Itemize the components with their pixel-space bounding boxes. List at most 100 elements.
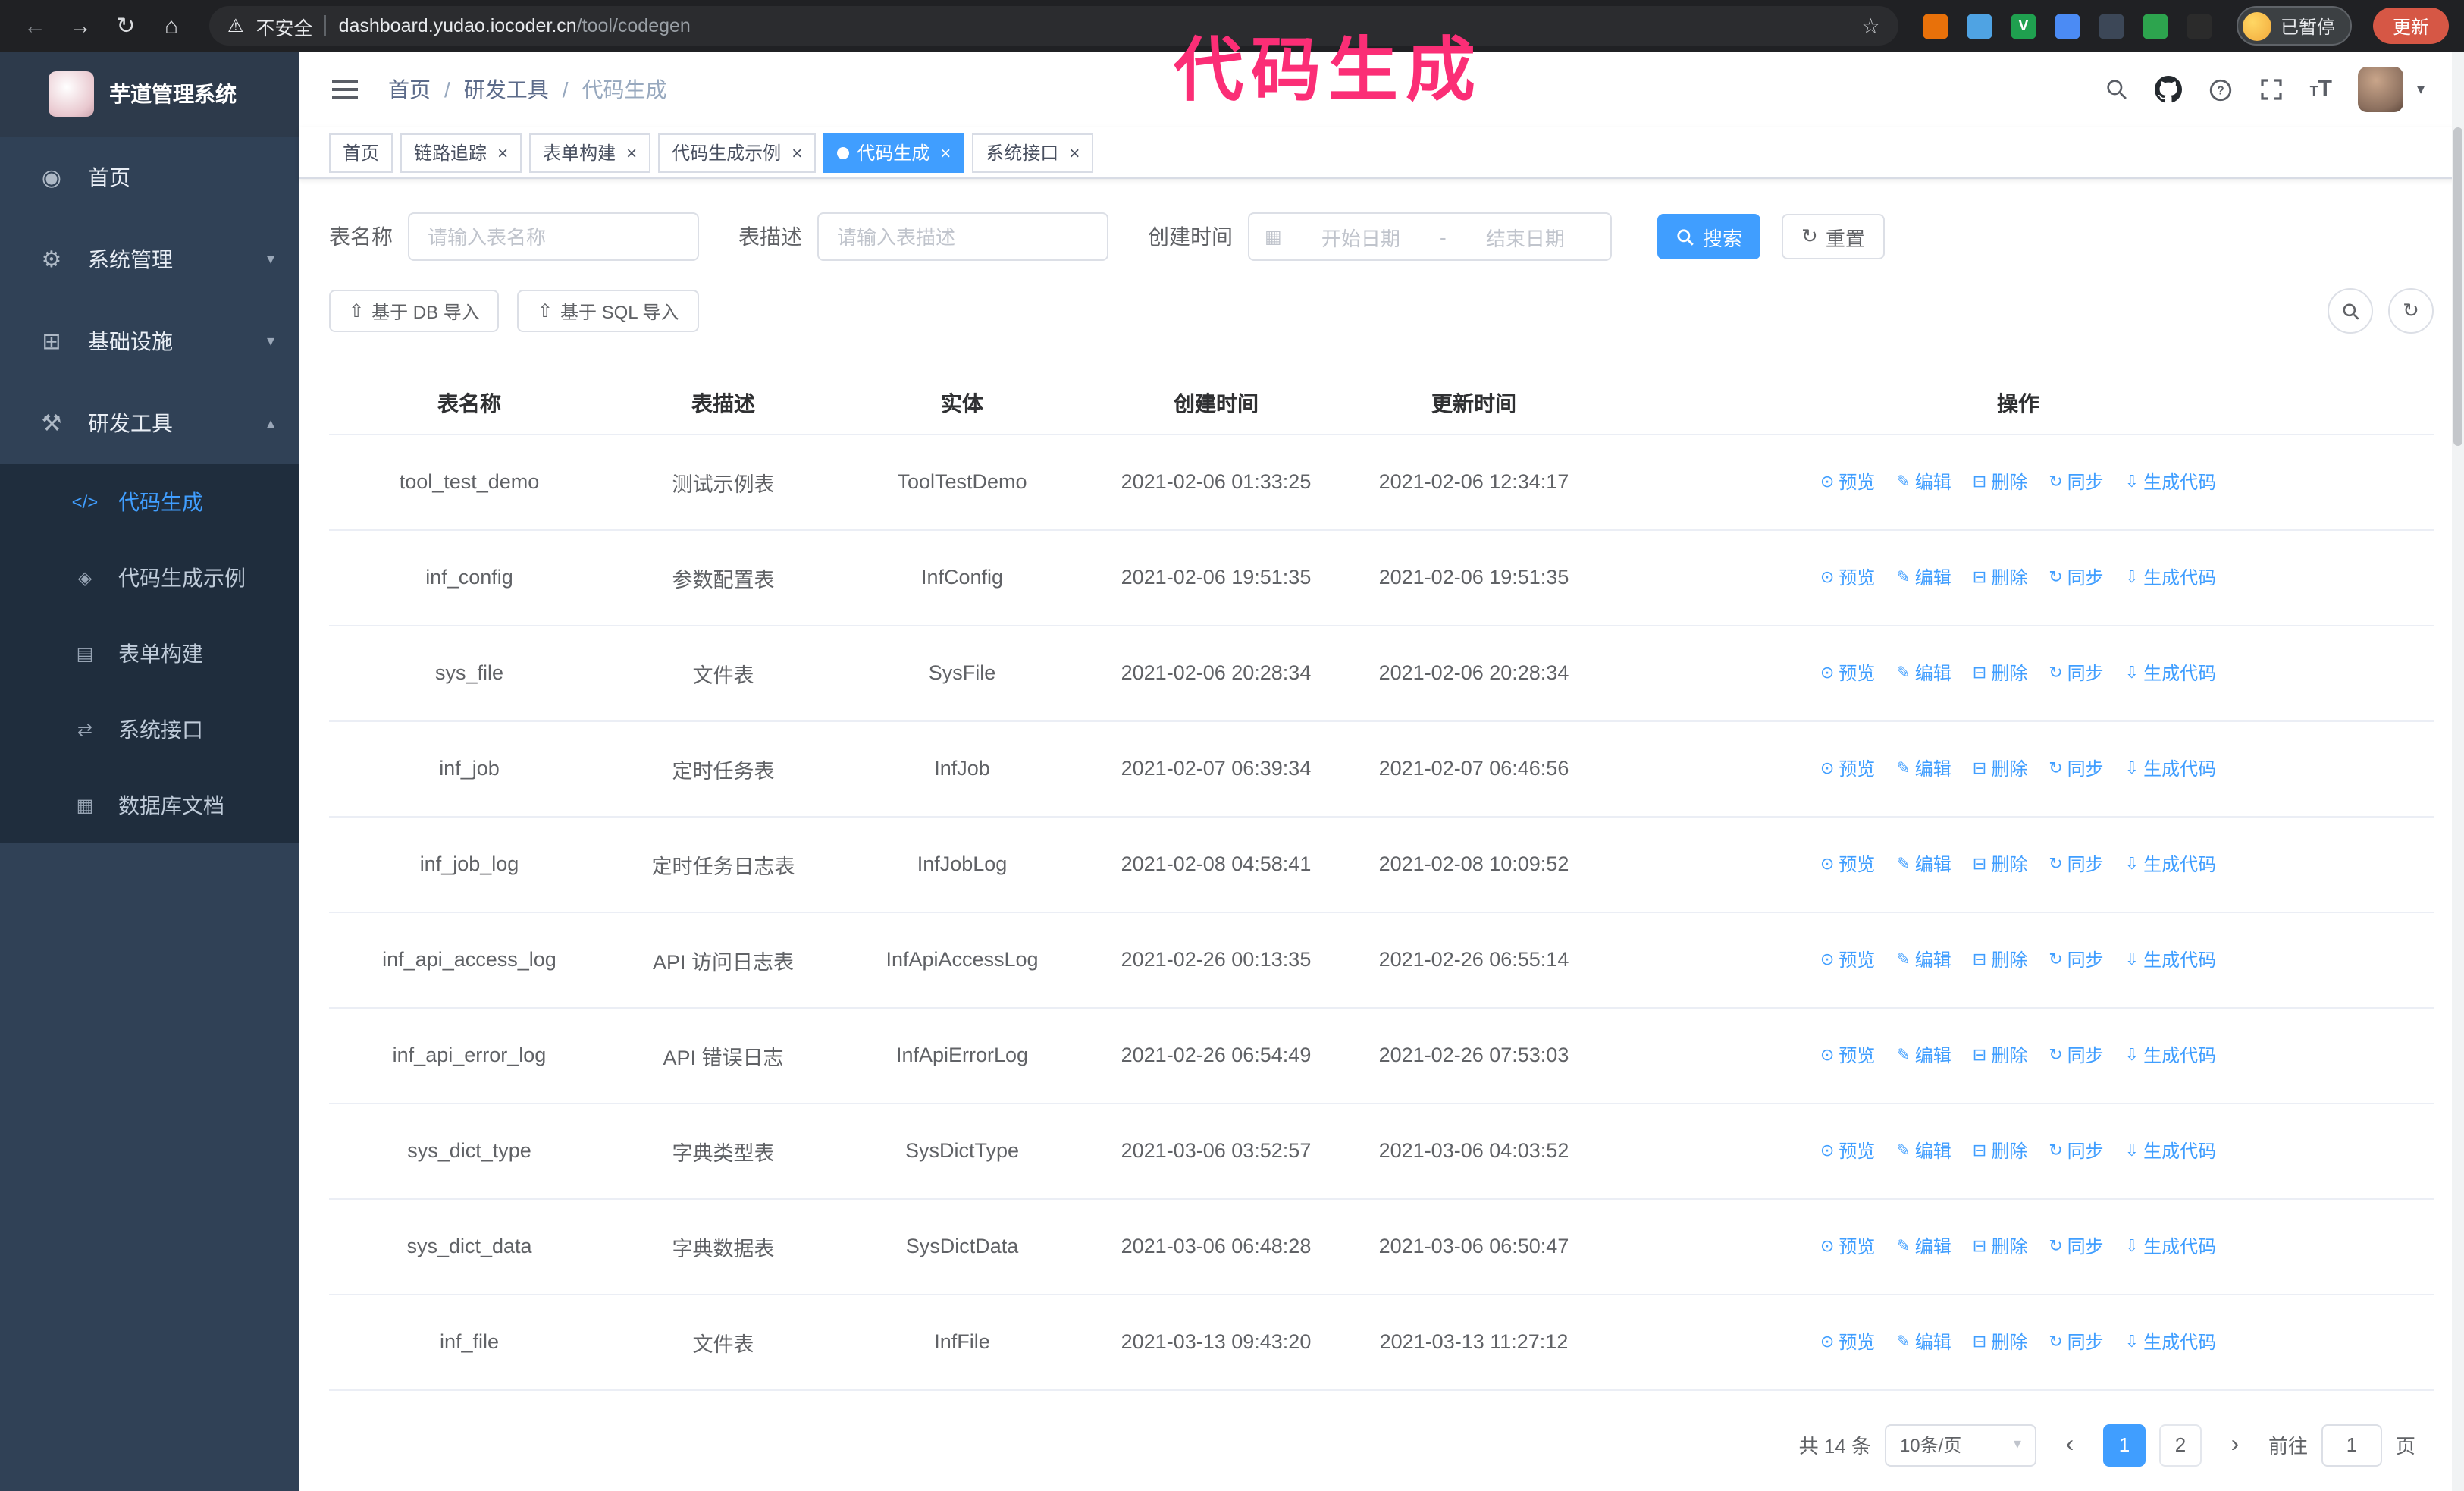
- page-size-select[interactable]: 10条/页 ▾: [1884, 1424, 2036, 1466]
- tab-close-icon[interactable]: ×: [626, 142, 637, 163]
- preview-link[interactable]: ⊙ 预览: [1820, 946, 1875, 972]
- page-number-button[interactable]: 2: [2158, 1424, 2202, 1466]
- delete-link[interactable]: ⊟ 删除: [1973, 1042, 2027, 1068]
- sidebar-submenu-item[interactable]: ▤ 表单构建: [0, 616, 299, 692]
- start-date-placeholder[interactable]: 开始日期: [1291, 222, 1431, 251]
- edit-link[interactable]: ✎ 编辑: [1896, 755, 1951, 781]
- extension-leaf-icon[interactable]: [2142, 13, 2168, 39]
- sync-link[interactable]: ↻ 同步: [2049, 1138, 2103, 1163]
- search-icon[interactable]: [2105, 77, 2130, 102]
- sidebar-logo[interactable]: 芋道管理系统: [0, 52, 299, 137]
- sync-link[interactable]: ↻ 同步: [2049, 851, 2103, 877]
- import-sql-button[interactable]: ⇧ 基于 SQL 导入: [517, 290, 699, 332]
- tab-close-icon[interactable]: ×: [497, 142, 508, 163]
- caret-down-icon[interactable]: ▾: [2417, 81, 2425, 98]
- delete-link[interactable]: ⊟ 删除: [1973, 469, 2027, 494]
- edit-link[interactable]: ✎ 编辑: [1896, 564, 1951, 590]
- view-tab[interactable]: 系统接口 ×: [972, 133, 1094, 172]
- sidebar-submenu-item[interactable]: </> 代码生成: [0, 464, 299, 540]
- edit-link[interactable]: ✎ 编辑: [1896, 1329, 1951, 1354]
- generate-code-link[interactable]: ⇩ 生成代码: [2125, 1329, 2216, 1354]
- sidebar-submenu-item[interactable]: ◈ 代码生成示例: [0, 540, 299, 616]
- next-page-button[interactable]: ›: [2215, 1424, 2255, 1466]
- sidebar-submenu-item[interactable]: ▦ 数据库文档: [0, 767, 299, 843]
- back-icon[interactable]: ←: [15, 13, 55, 39]
- edit-link[interactable]: ✎ 编辑: [1896, 1138, 1951, 1163]
- extension-blue-drop-icon[interactable]: [1966, 13, 1992, 39]
- preview-link[interactable]: ⊙ 预览: [1820, 1042, 1875, 1068]
- sync-link[interactable]: ↻ 同步: [2049, 1233, 2103, 1259]
- extension-monkey-icon[interactable]: [2186, 13, 2212, 39]
- delete-link[interactable]: ⊟ 删除: [1973, 660, 2027, 686]
- table-desc-input[interactable]: [817, 212, 1108, 261]
- address-bar[interactable]: ⚠ 不安全 dashboard.yudao.iocoder.cn/tool/co…: [209, 6, 1898, 46]
- sync-link[interactable]: ↻ 同步: [2049, 469, 2103, 494]
- user-avatar[interactable]: [2357, 67, 2403, 112]
- generate-code-link[interactable]: ⇩ 生成代码: [2125, 564, 2216, 590]
- sync-link[interactable]: ↻ 同步: [2049, 1329, 2103, 1354]
- home-icon[interactable]: ⌂: [152, 13, 191, 39]
- tab-close-icon[interactable]: ×: [1069, 142, 1080, 163]
- help-icon[interactable]: ?: [2209, 77, 2234, 102]
- preview-link[interactable]: ⊙ 预览: [1820, 1329, 1875, 1354]
- extension-orange-icon[interactable]: [1922, 13, 1948, 39]
- table-name-input[interactable]: [408, 212, 699, 261]
- tab-close-icon[interactable]: ×: [792, 142, 802, 163]
- page-number-button[interactable]: 1: [2102, 1424, 2146, 1466]
- delete-link[interactable]: ⊟ 删除: [1973, 1233, 2027, 1259]
- generate-code-link[interactable]: ⇩ 生成代码: [2125, 1138, 2216, 1163]
- generate-code-link[interactable]: ⇩ 生成代码: [2125, 469, 2216, 494]
- generate-code-link[interactable]: ⇩ 生成代码: [2125, 946, 2216, 972]
- edit-link[interactable]: ✎ 编辑: [1896, 469, 1951, 494]
- sidebar-submenu-item[interactable]: ⇄ 系统接口: [0, 692, 299, 767]
- forward-icon[interactable]: →: [61, 13, 100, 39]
- reload-icon[interactable]: ↻: [106, 12, 146, 39]
- hamburger-icon[interactable]: [323, 74, 367, 105]
- end-date-placeholder[interactable]: 结束日期: [1456, 222, 1595, 251]
- github-icon[interactable]: [2155, 76, 2183, 103]
- sidebar-menu-item[interactable]: ◉ 首页 ▾: [0, 137, 299, 218]
- generate-code-link[interactable]: ⇩ 生成代码: [2125, 660, 2216, 686]
- preview-link[interactable]: ⊙ 预览: [1820, 755, 1875, 781]
- scrollbar-thumb[interactable]: [2453, 127, 2462, 446]
- bookmark-star-icon[interactable]: ☆: [1861, 13, 1880, 39]
- prev-page-button[interactable]: ‹: [2050, 1424, 2089, 1466]
- sync-link[interactable]: ↻ 同步: [2049, 1042, 2103, 1068]
- edit-link[interactable]: ✎ 编辑: [1896, 946, 1951, 972]
- profile-paused-chip[interactable]: 已暂停: [2236, 6, 2352, 46]
- extension-green-v-icon[interactable]: V: [2010, 13, 2036, 39]
- sidebar-menu-item[interactable]: ⚒ 研发工具 ▾: [0, 382, 299, 464]
- create-time-range-picker[interactable]: ▦ 开始日期 - 结束日期: [1248, 212, 1612, 261]
- edit-link[interactable]: ✎ 编辑: [1896, 851, 1951, 877]
- edit-link[interactable]: ✎ 编辑: [1896, 1233, 1951, 1259]
- fullscreen-icon[interactable]: [2260, 77, 2284, 102]
- preview-link[interactable]: ⊙ 预览: [1820, 1233, 1875, 1259]
- generate-code-link[interactable]: ⇩ 生成代码: [2125, 851, 2216, 877]
- generate-code-link[interactable]: ⇩ 生成代码: [2125, 1042, 2216, 1068]
- preview-link[interactable]: ⊙ 预览: [1820, 564, 1875, 590]
- breadcrumb-devtools[interactable]: 研发工具: [464, 74, 549, 105]
- sync-link[interactable]: ↻ 同步: [2049, 755, 2103, 781]
- extension-people-icon[interactable]: [2054, 13, 2080, 39]
- view-tab[interactable]: 首页 ×: [329, 133, 393, 172]
- breadcrumb-home[interactable]: 首页: [388, 74, 431, 105]
- sidebar-menu-item[interactable]: ⚙ 系统管理 ▾: [0, 218, 299, 300]
- refresh-table-button[interactable]: ↻: [2388, 288, 2434, 334]
- edit-link[interactable]: ✎ 编辑: [1896, 660, 1951, 686]
- preview-link[interactable]: ⊙ 预览: [1820, 1138, 1875, 1163]
- view-tab[interactable]: 代码生成示例 ×: [658, 133, 817, 172]
- delete-link[interactable]: ⊟ 删除: [1973, 946, 2027, 972]
- tab-close-icon[interactable]: ×: [940, 142, 951, 163]
- import-db-button[interactable]: ⇧ 基于 DB 导入: [329, 290, 500, 332]
- view-tab[interactable]: 表单构建 ×: [529, 133, 651, 172]
- view-tab[interactable]: 代码生成 ×: [823, 133, 965, 172]
- sync-link[interactable]: ↻ 同步: [2049, 564, 2103, 590]
- preview-link[interactable]: ⊙ 预览: [1820, 469, 1875, 494]
- sync-link[interactable]: ↻ 同步: [2049, 660, 2103, 686]
- toggle-search-button[interactable]: [2328, 288, 2373, 334]
- preview-link[interactable]: ⊙ 预览: [1820, 660, 1875, 686]
- delete-link[interactable]: ⊟ 删除: [1973, 755, 2027, 781]
- delete-link[interactable]: ⊟ 删除: [1973, 1138, 2027, 1163]
- view-tab[interactable]: 链路追踪 ×: [400, 133, 522, 172]
- preview-link[interactable]: ⊙ 预览: [1820, 851, 1875, 877]
